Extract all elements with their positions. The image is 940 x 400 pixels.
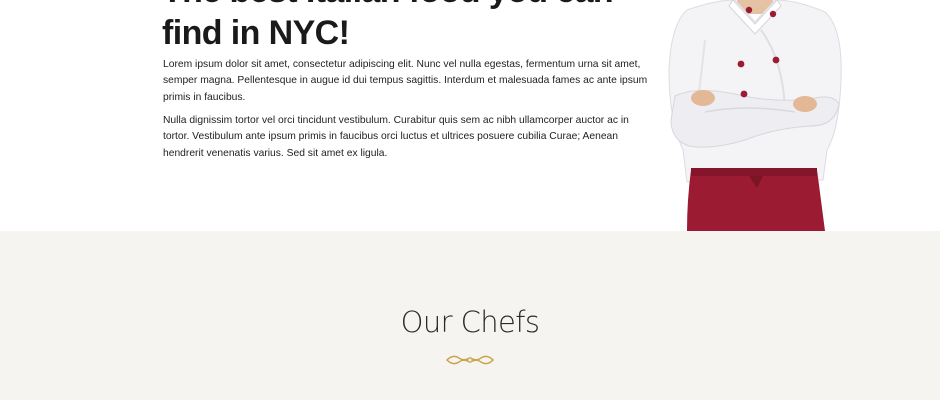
about-section: The best Italian food you can find in NY… bbox=[0, 0, 940, 231]
ornament-flourish-icon bbox=[446, 355, 494, 365]
about-paragraph-2: Nulla dignissim tortor vel orci tincidun… bbox=[163, 115, 629, 159]
about-headline: The best Italian food you can find in NY… bbox=[162, 0, 614, 52]
chef-photo bbox=[668, 0, 842, 231]
about-paragraph-1: Lorem ipsum dolor sit amet, consectetur … bbox=[163, 59, 648, 103]
chefs-section: Our Chefs bbox=[0, 231, 940, 400]
chefs-section-title: Our Chefs bbox=[400, 305, 540, 339]
